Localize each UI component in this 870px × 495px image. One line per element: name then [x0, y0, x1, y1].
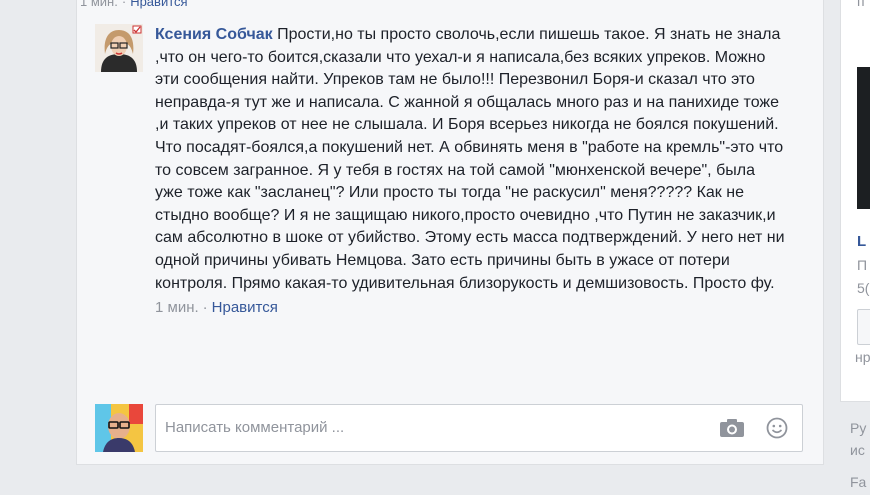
footer-language-link[interactable]: Ру: [850, 420, 866, 436]
comment-meta: 1 мин. · Нравится: [155, 299, 278, 317]
previous-comment-time[interactable]: 1 мин.: [80, 0, 118, 9]
smiley-icon[interactable]: [766, 417, 788, 439]
comment-composer: Написать комментарий ...: [95, 404, 805, 452]
previous-like-link[interactable]: Нравится: [130, 0, 187, 9]
comment-input[interactable]: Написать комментарий ...: [155, 404, 803, 452]
comment-input-placeholder: Написать комментарий ...: [165, 419, 345, 436]
camera-icon[interactable]: [719, 418, 745, 438]
author-avatar-image: [95, 24, 143, 72]
footer-copyright: Fa: [850, 474, 867, 490]
comment-author-link[interactable]: Ксения Собчак: [155, 26, 273, 43]
right-card-line-2: 5(: [857, 280, 870, 296]
comment-text: Прости,но ты просто сволочь,если пишешь …: [155, 26, 785, 292]
right-card-line-3: нр: [855, 349, 870, 365]
previous-comment-meta: 1 мин. · Нравится: [80, 0, 188, 9]
footer-link-2[interactable]: ис: [850, 442, 865, 458]
right-card-image[interactable]: [857, 67, 870, 209]
author-avatar[interactable]: [95, 24, 143, 72]
right-card-line-1: П: [857, 257, 868, 273]
current-user-avatar-image: [95, 404, 143, 452]
right-card-button[interactable]: [857, 309, 870, 345]
current-user-avatar[interactable]: [95, 404, 143, 452]
right-card-title[interactable]: L: [857, 233, 866, 250]
right-sidebar-card: п L П 5( нр: [840, 0, 870, 402]
right-card-top-text: п: [857, 0, 865, 9]
comment-body: Ксения Собчак Прости,но ты просто сволоч…: [155, 24, 785, 320]
like-link[interactable]: Нравится: [212, 299, 278, 316]
comment-timestamp[interactable]: 1 мин.: [155, 299, 199, 316]
